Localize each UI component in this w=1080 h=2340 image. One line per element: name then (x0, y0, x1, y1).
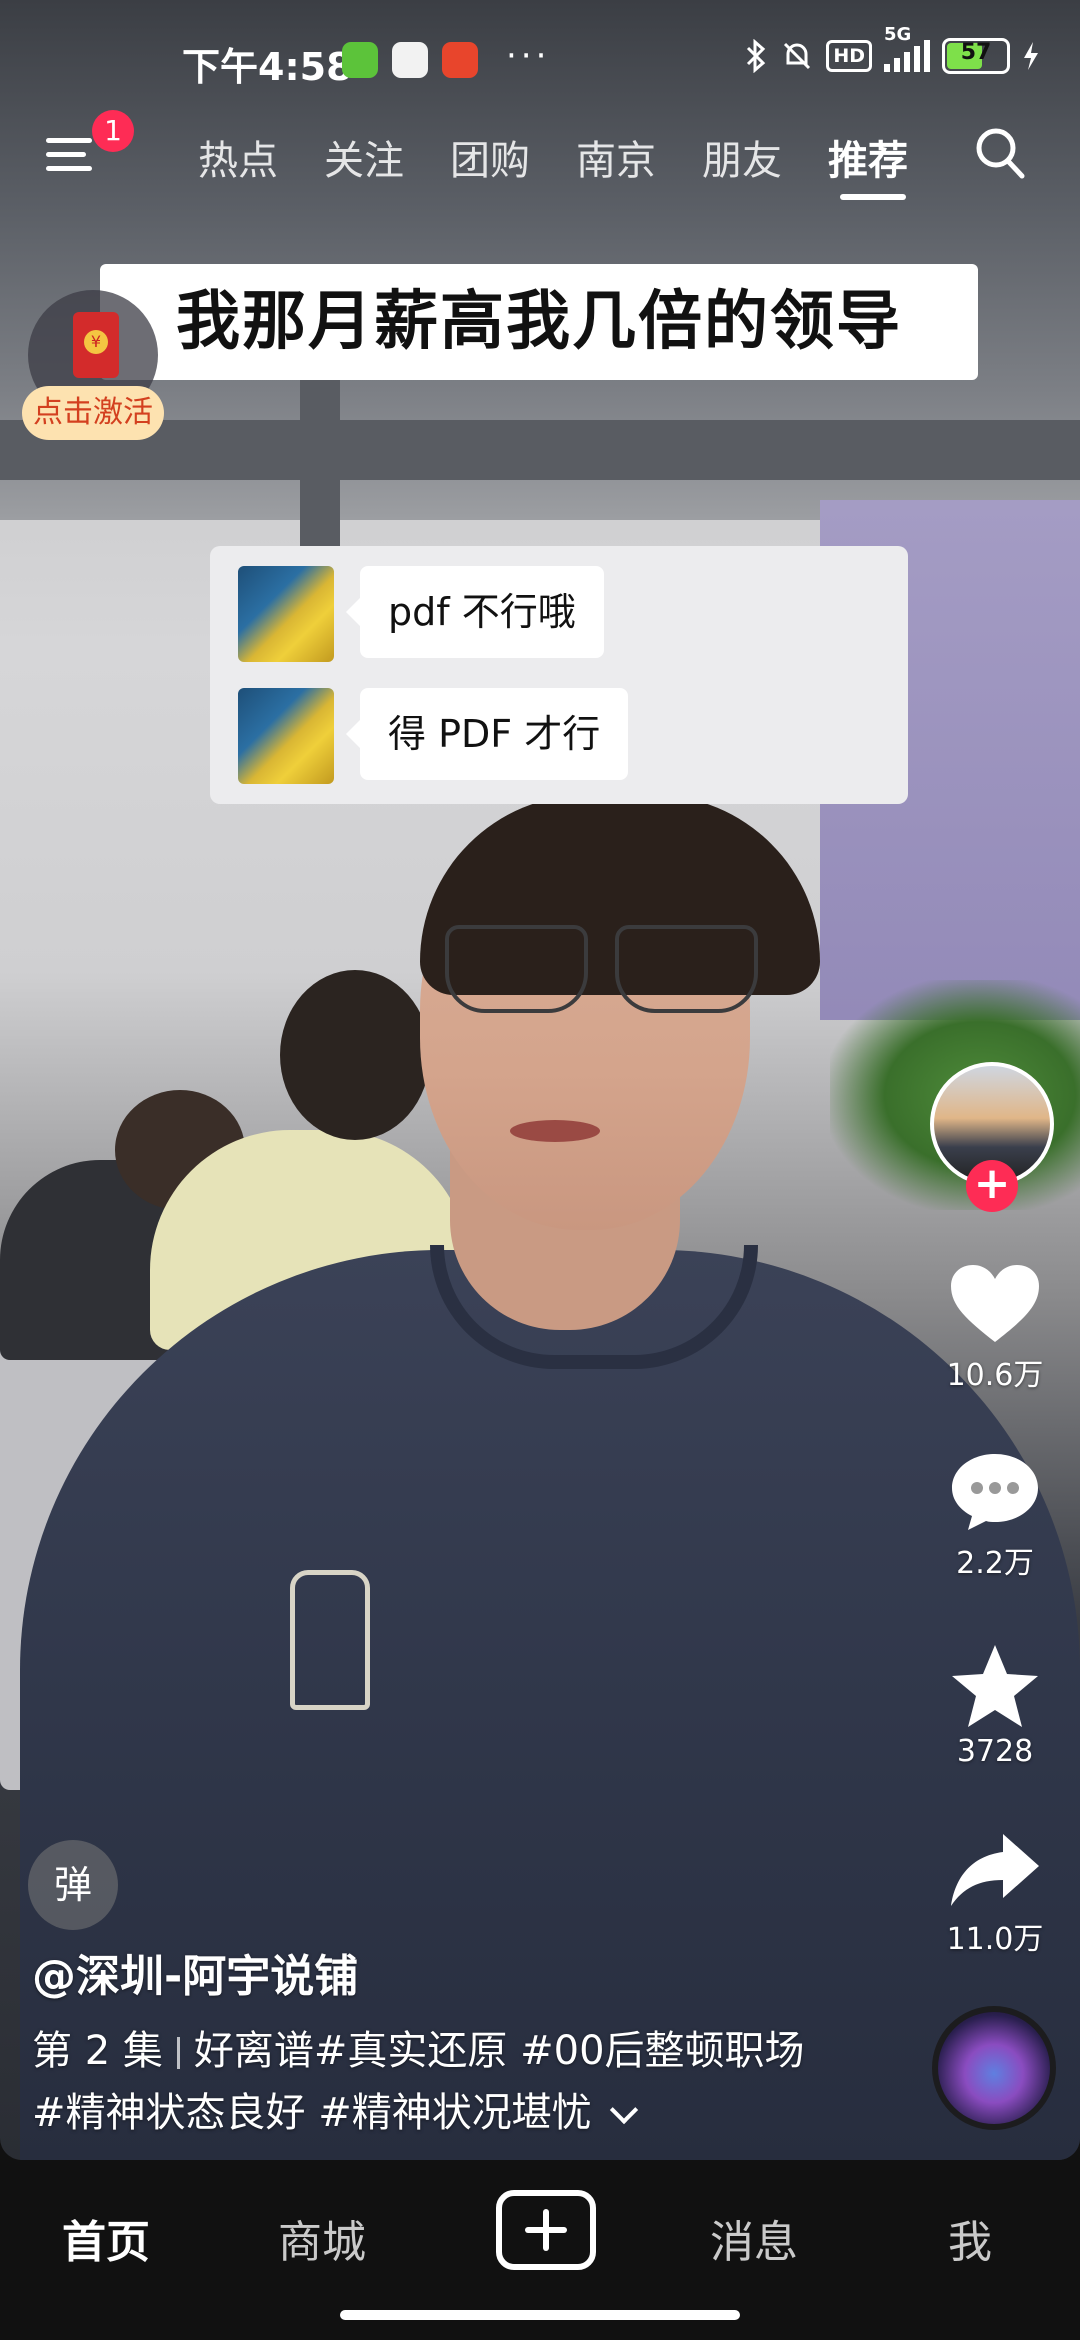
comment-icon (952, 1454, 1038, 1530)
share-count: 11.0万 (946, 1922, 1044, 1957)
tab-friends[interactable]: 朋友 (702, 128, 782, 186)
chat-message: 得 PDF 才行 (238, 682, 878, 784)
video-caption-banner: 我那月薪高我几倍的领导 (100, 264, 978, 380)
chat-screenshot-card: pdf 不行哦 得 PDF 才行 (210, 546, 908, 804)
chat-message: pdf 不行哦 (238, 560, 878, 662)
description-line[interactable]: 第 2 集好离谱#真实还原 #00后整顿职场 (32, 2018, 805, 2076)
create-button[interactable] (496, 2190, 596, 2270)
video-subject-mouth (510, 1120, 600, 1142)
episode-label: 第 2 集 (32, 2028, 163, 2074)
bottom-navigation: 首页 商城 消息 我 (0, 2160, 1080, 2340)
description-text: 好离谱#真实还原 #00后整顿职场 (193, 2028, 805, 2074)
notification-badge: 1 (92, 110, 134, 152)
hd-voice-icon: HD (826, 40, 872, 72)
chat-bubble: pdf 不行哦 (346, 566, 604, 658)
author-name[interactable]: @深圳-阿宇说铺 (32, 1940, 358, 2004)
plus-icon (525, 2209, 567, 2251)
gesture-home-bar[interactable] (340, 2310, 740, 2320)
video-subject-glasses (445, 925, 765, 1015)
app-notification-icon (342, 42, 378, 78)
search-icon[interactable] (974, 126, 1026, 182)
nav-home[interactable]: 首页 (16, 2206, 196, 2270)
menu-icon[interactable] (46, 134, 98, 176)
app-notification-icon (392, 42, 428, 78)
share-arrow-icon (951, 1834, 1039, 1906)
video-beam (0, 420, 1080, 480)
tab-hot[interactable]: 热点 (198, 128, 278, 186)
shirt-print (290, 1570, 370, 1710)
bluetooth-icon (747, 39, 766, 73)
favorite-count: 3728 (956, 1734, 1034, 1769)
charging-icon (1024, 42, 1038, 70)
expand-chevron-icon[interactable] (609, 2095, 638, 2125)
danmaku-toggle[interactable]: 弹 (28, 1840, 118, 1930)
battery-level: 57 (960, 40, 992, 65)
network-type: 5G (884, 24, 912, 45)
share-button[interactable]: 11.0万 (930, 1830, 1060, 1958)
favorite-button[interactable]: 3728 (930, 1642, 1060, 1769)
star-icon (952, 1645, 1038, 1727)
activate-button[interactable]: 点击激活 (22, 386, 164, 440)
status-time: 下午4:58 (182, 45, 353, 89)
chat-bubble: 得 PDF 才行 (345, 688, 629, 780)
heart-icon (951, 1265, 1039, 1342)
status-more-dots: ··· (506, 36, 551, 76)
video-background-head (280, 970, 430, 1140)
nav-mall[interactable]: 商城 (232, 2206, 412, 2270)
like-count: 10.6万 (946, 1358, 1044, 1393)
signal-5g: 5G (884, 24, 930, 72)
chat-avatar (238, 566, 334, 662)
mute-bell-icon (784, 42, 811, 70)
yuan-seal-icon: ¥ (84, 330, 108, 354)
video-pipe (300, 360, 340, 560)
tab-recommended[interactable]: 推荐 (828, 128, 908, 186)
active-tab-indicator (840, 194, 906, 200)
follow-button[interactable]: + (966, 1160, 1018, 1212)
status-bar: 下午4:58 ··· HD 5G 57 (0, 0, 1080, 120)
comment-count: 2.2万 (956, 1546, 1034, 1581)
episode-separator (176, 2037, 180, 2069)
hashtags-text: #精神状态良好 #精神状况堪忧 (32, 2090, 592, 2136)
app-notification-icon (442, 42, 478, 78)
nav-messages[interactable]: 消息 (664, 2206, 844, 2270)
description-line[interactable]: #精神状态良好 #精神状况堪忧 (32, 2080, 638, 2138)
comment-button[interactable]: 2.2万 (930, 1450, 1060, 1582)
battery-icon: 57 (942, 38, 1010, 74)
tab-group-buy[interactable]: 团购 (450, 128, 530, 186)
tab-following[interactable]: 关注 (324, 128, 404, 186)
music-disc[interactable] (932, 2006, 1056, 2130)
like-button[interactable]: 10.6万 (930, 1262, 1060, 1394)
tab-city[interactable]: 南京 (576, 128, 656, 186)
top-navigation: 1 热点 关注 团购 南京 朋友 推荐 (0, 110, 1080, 210)
nav-me[interactable]: 我 (880, 2206, 1060, 2270)
chat-avatar (238, 688, 334, 784)
